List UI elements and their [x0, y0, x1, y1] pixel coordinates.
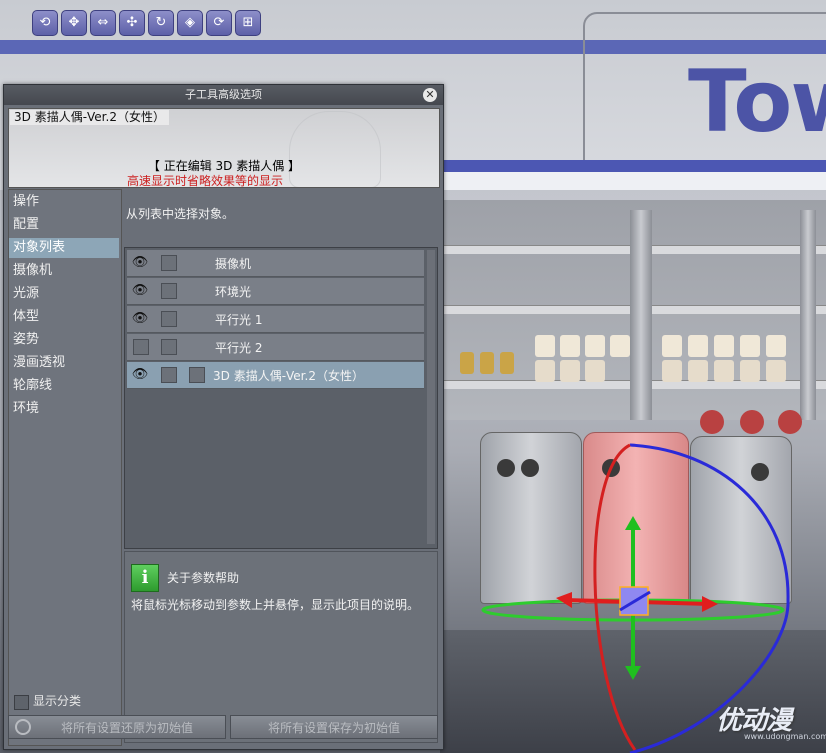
- row-label: 环境光: [215, 285, 252, 299]
- product: [766, 335, 786, 357]
- help-title: 关于参数帮助: [167, 571, 240, 585]
- nav-item-body-shape[interactable]: 体型: [9, 307, 119, 327]
- camera-rotate-icon[interactable]: ⟲: [32, 10, 58, 36]
- nav-item-manga-perspective[interactable]: 漫画透视: [9, 353, 119, 373]
- product: [662, 335, 682, 357]
- awning-edge: [440, 172, 826, 190]
- product: [740, 360, 760, 382]
- object-move-icon[interactable]: ✣: [119, 10, 145, 36]
- watermark-url: www.udongman.com: [744, 732, 826, 741]
- nav-item-object-list[interactable]: 对象列表: [9, 238, 119, 258]
- object-list: 👁 摄像机 👁 环境光 👁 平行光 1 平行光 2 👁 3D 素描人偶-Ver.…: [124, 247, 438, 549]
- lock-checkbox[interactable]: [161, 311, 177, 327]
- panel-hint: 从列表中选择对象。: [126, 207, 235, 221]
- nav-item-outline[interactable]: 轮廓线: [9, 376, 119, 396]
- show-category-label: 显示分类: [33, 694, 82, 708]
- camera-move-icon[interactable]: ✥: [61, 10, 87, 36]
- dialog-titlebar[interactable]: 子工具高级选项 ✕: [4, 85, 443, 105]
- store-pillar: [800, 210, 816, 420]
- product: [500, 352, 514, 374]
- row-label: 平行光 2: [215, 341, 263, 355]
- fast-display-note: 高速显示时省略效果等的显示: [127, 174, 284, 188]
- nav-item-pose[interactable]: 姿势: [9, 330, 119, 350]
- row-label: 3D 素描人偶-Ver.2（女性）: [213, 369, 364, 383]
- lock-checkbox[interactable]: [161, 255, 177, 271]
- object-rotate-plane-icon[interactable]: ⟳: [206, 10, 232, 36]
- visibility-checkbox[interactable]: [133, 339, 149, 355]
- category-nav: 操作 配置 对象列表 摄像机 光源 体型 姿势 漫画透视 轮廓线 环境 显示分类: [8, 189, 122, 746]
- lock-checkbox[interactable]: [161, 339, 177, 355]
- product: [535, 335, 555, 357]
- camera-toolbar: ⟲ ✥ ⇔ ✣ ↻ ◈ ⟳ ⊞: [32, 10, 261, 38]
- product: [585, 335, 605, 357]
- dialog-footer: 将所有设置还原为初始值 将所有设置保存为初始值: [8, 715, 438, 741]
- subtool-advanced-options-dialog: 子工具高级选项 ✕ 3D 素描人偶-Ver.2（女性） 【 正在编辑 3D 素描…: [3, 84, 444, 750]
- row-label: 平行光 1: [215, 313, 263, 327]
- subtool-preview: 3D 素描人偶-Ver.2（女性） 【 正在编辑 3D 素描人偶 】 高速显示时…: [8, 108, 440, 188]
- lock-checkbox[interactable]: [161, 283, 177, 299]
- move-arrow-y[interactable]: [625, 516, 641, 530]
- help-description: 将鼠标光标移动到参数上并悬停，显示此项目的说明。: [131, 598, 420, 612]
- product: [535, 360, 555, 382]
- object-scale-icon[interactable]: ⊞: [235, 10, 261, 36]
- list-item-3d-drawing-figure[interactable]: 👁 3D 素描人偶-Ver.2（女性）: [127, 362, 424, 389]
- object-move-plane-icon[interactable]: ◈: [177, 10, 203, 36]
- product: [740, 335, 760, 357]
- product: [610, 335, 630, 357]
- eye-icon[interactable]: 👁: [131, 310, 149, 328]
- product: [714, 360, 734, 382]
- row-label: 摄像机: [215, 257, 252, 271]
- info-icon: i: [131, 564, 159, 592]
- product: [560, 335, 580, 357]
- product: [560, 360, 580, 382]
- product: [585, 360, 605, 382]
- store-sign-text: Tow: [688, 52, 826, 152]
- close-icon[interactable]: ✕: [423, 88, 437, 102]
- save-all-button[interactable]: 将所有设置保存为初始值: [230, 715, 438, 739]
- reset-all-button[interactable]: 将所有设置还原为初始值: [8, 715, 226, 739]
- nav-item-operation[interactable]: 操作: [9, 192, 119, 212]
- awning-stripe: [440, 160, 826, 172]
- dialog-title: 子工具高级选项: [185, 88, 262, 101]
- move-arrow-y-down[interactable]: [625, 666, 641, 680]
- product: [688, 360, 708, 382]
- list-item-camera[interactable]: 👁 摄像机: [127, 250, 424, 277]
- sub-checkbox[interactable]: [189, 367, 205, 383]
- object-rotate-icon[interactable]: ↻: [148, 10, 174, 36]
- camera-zoom-icon[interactable]: ⇔: [90, 10, 116, 36]
- product: [480, 352, 494, 374]
- reset-icon: [15, 719, 31, 735]
- nav-item-camera[interactable]: 摄像机: [9, 261, 119, 281]
- save-all-label: 将所有设置保存为初始值: [267, 721, 400, 735]
- show-category-checkbox[interactable]: [14, 695, 29, 710]
- nav-item-environment[interactable]: 环境: [9, 399, 119, 419]
- move-arrow-x-right[interactable]: [702, 596, 718, 612]
- product: [714, 335, 734, 357]
- eye-icon[interactable]: 👁: [131, 366, 149, 384]
- list-item-directional-light-1[interactable]: 👁 平行光 1: [127, 306, 424, 333]
- rotate-ring-z[interactable]: [629, 443, 790, 601]
- list-scrollbar[interactable]: [427, 250, 435, 544]
- store-pillar: [630, 210, 652, 420]
- lock-checkbox[interactable]: [161, 367, 177, 383]
- product: [766, 360, 786, 382]
- figure-silhouette: [289, 111, 381, 187]
- preview-title: 3D 素描人偶-Ver.2（女性）: [10, 110, 169, 125]
- list-item-ambient-light[interactable]: 👁 环境光: [127, 278, 424, 305]
- reset-all-label: 将所有设置还原为初始值: [60, 721, 193, 735]
- product: [662, 360, 682, 382]
- eye-icon[interactable]: 👁: [131, 254, 149, 272]
- object-list-panel: 从列表中选择对象。 👁 摄像机 👁 环境光 👁 平行光 1 平行光 2 👁 3D…: [122, 189, 438, 744]
- nav-item-light-source[interactable]: 光源: [9, 284, 119, 304]
- eye-icon[interactable]: 👁: [131, 282, 149, 300]
- product: [688, 335, 708, 357]
- nav-item-placement[interactable]: 配置: [9, 215, 119, 235]
- list-item-directional-light-2[interactable]: 平行光 2: [127, 334, 424, 361]
- product: [460, 352, 474, 374]
